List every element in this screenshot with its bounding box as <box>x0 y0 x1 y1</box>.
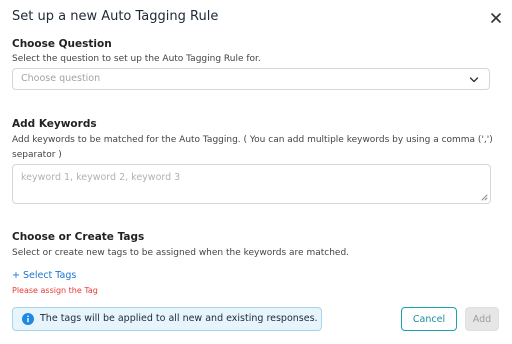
info-message: The tags will be applied to all new and … <box>40 313 318 324</box>
keywords-description-line1: Add keywords to be matched for the Auto … <box>12 135 493 145</box>
auto-tagging-modal: Set up a new Auto Tagging Rule Choose Qu… <box>0 0 512 344</box>
question-select[interactable]: Choose question <box>12 68 490 90</box>
tag-error-message: Please assign the Tag <box>12 286 98 295</box>
info-banner: The tags will be applied to all new and … <box>12 307 322 331</box>
resize-handle-icon[interactable] <box>480 193 488 201</box>
tags-section-title: Choose or Create Tags <box>12 231 145 243</box>
question-description: Select the question to set up the Auto T… <box>12 54 261 64</box>
info-icon <box>22 313 34 325</box>
question-select-placeholder: Choose question <box>21 73 101 84</box>
chevron-down-icon <box>469 77 479 83</box>
question-section-title: Choose Question <box>12 38 112 50</box>
keywords-description-line2: separator ) <box>12 150 62 160</box>
cancel-button[interactable]: Cancel <box>401 307 457 331</box>
keywords-input[interactable]: keyword 1, keyword 2, keyword 3 <box>12 164 491 204</box>
add-button[interactable]: Add <box>465 307 499 331</box>
tags-description: Select or create new tags to be assigned… <box>12 248 350 258</box>
keywords-input-placeholder: keyword 1, keyword 2, keyword 3 <box>21 172 181 183</box>
select-tags-link[interactable]: + Select Tags <box>12 270 76 281</box>
keywords-section-title: Add Keywords <box>12 118 97 130</box>
modal-title: Set up a new Auto Tagging Rule <box>12 9 219 24</box>
close-icon[interactable] <box>487 9 505 27</box>
